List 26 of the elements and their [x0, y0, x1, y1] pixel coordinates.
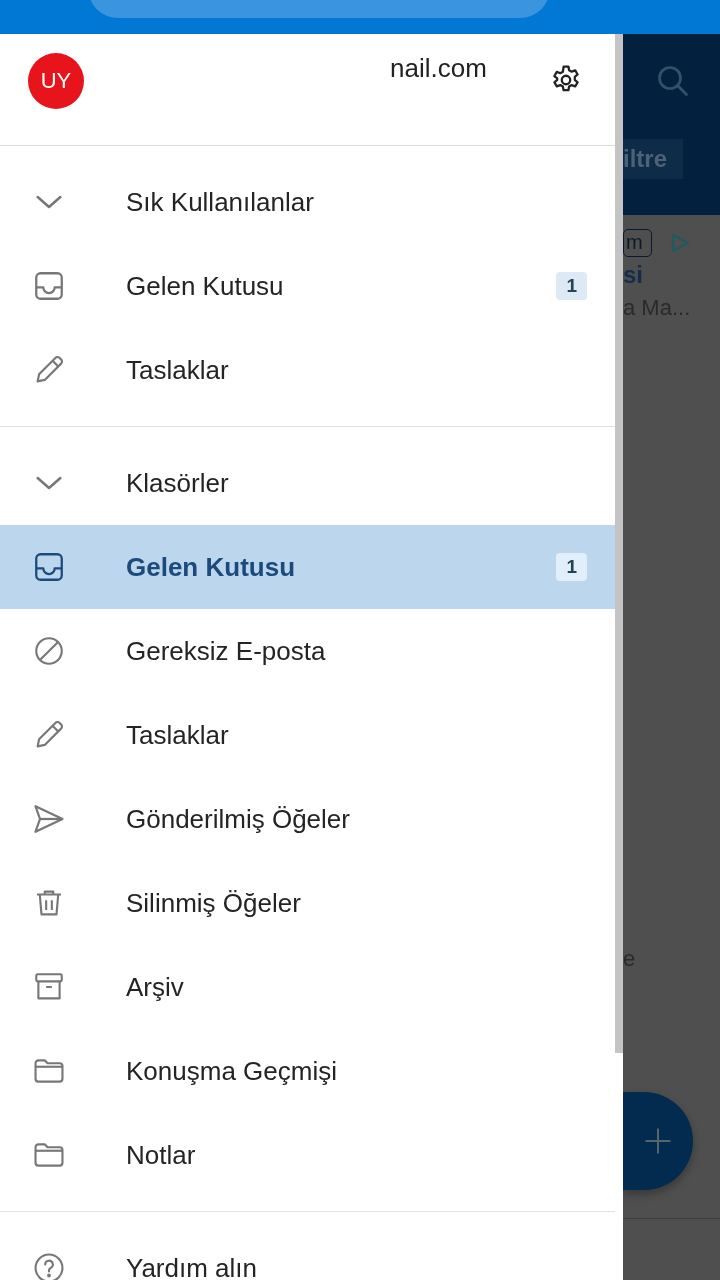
folder-item[interactable]: Yardım alın — [0, 1226, 615, 1280]
avatar[interactable]: UY — [28, 53, 84, 109]
help-icon — [32, 1251, 66, 1280]
folder-item[interactable]: Taslaklar — [0, 328, 615, 412]
unread-count: 1 — [556, 272, 587, 300]
folder-item[interactable]: Gelen Kutusu 1 — [0, 525, 615, 609]
section-header[interactable]: Klasörler — [0, 441, 615, 525]
search-icon[interactable] — [655, 63, 691, 99]
plus-icon — [643, 1126, 673, 1156]
folder-item[interactable]: Gelen Kutusu 1 — [0, 244, 615, 328]
mail-tag: m — [623, 229, 652, 257]
folder-item[interactable]: Konuşma Geçmişi — [0, 1029, 615, 1113]
folder-item[interactable]: Gereksiz E-posta — [0, 609, 615, 693]
folder-item[interactable]: Gönderilmiş Öğeler — [0, 777, 615, 861]
folder-item[interactable]: Arşiv — [0, 945, 615, 1029]
folder-item[interactable]: Silinmiş Öğeler — [0, 861, 615, 945]
section-header[interactable]: Sık Kullanılanlar — [0, 160, 615, 244]
folder-item[interactable]: Taslaklar — [0, 693, 615, 777]
folder-item[interactable]: Notlar — [0, 1113, 615, 1197]
mail-sender: si — [623, 261, 644, 289]
unread-count: 1 — [556, 553, 587, 581]
compose-button[interactable] — [623, 1092, 693, 1190]
account-email: nail.com — [390, 53, 487, 84]
inbox-icon — [32, 550, 66, 584]
block-icon — [32, 634, 66, 668]
inbox-icon — [32, 269, 66, 303]
